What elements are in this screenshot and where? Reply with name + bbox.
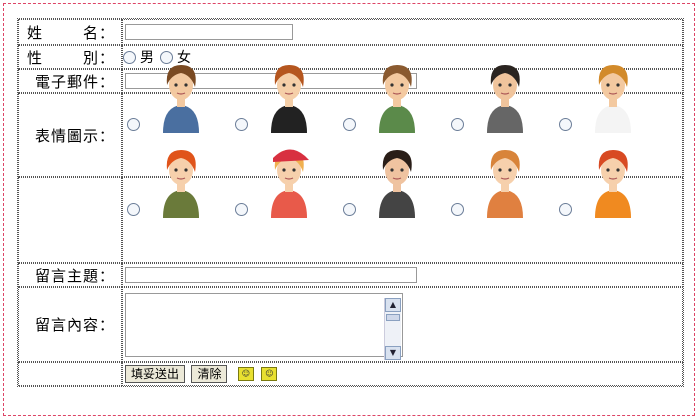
- emoticon-icon[interactable]: ☺: [261, 367, 278, 381]
- name-input[interactable]: [125, 24, 293, 40]
- avatar-radio[interactable]: [451, 203, 464, 216]
- avatar-option[interactable]: [339, 138, 447, 218]
- avatar-option[interactable]: [231, 138, 339, 218]
- scroll-up-icon[interactable]: ▲: [385, 297, 401, 312]
- gender-label: 性別：: [18, 45, 122, 69]
- content-textarea[interactable]: [125, 292, 403, 357]
- emoticon-icon[interactable]: ☺: [237, 367, 254, 381]
- avatar-radio[interactable]: [235, 118, 248, 131]
- scroll-down-icon[interactable]: ▼: [385, 345, 401, 360]
- scroll-thumb[interactable]: [386, 313, 400, 321]
- avatar-option[interactable]: [231, 53, 339, 133]
- content-label: 留言內容：: [18, 287, 122, 362]
- avatar-option[interactable]: [339, 53, 447, 133]
- avatar-radio[interactable]: [559, 203, 572, 216]
- email-label: 電子郵件：: [18, 69, 122, 93]
- avatar-radio[interactable]: [235, 203, 248, 216]
- subject-label: 留言主題：: [18, 263, 122, 287]
- avatar-option[interactable]: [447, 138, 555, 218]
- clear-button[interactable]: 清除: [191, 365, 228, 383]
- avatar-label: 表情圖示：: [18, 93, 122, 177]
- content-scrollbar[interactable]: ▲ ▼: [384, 297, 401, 360]
- avatar-option[interactable]: [123, 138, 231, 218]
- submit-button[interactable]: 填妥送出: [125, 365, 186, 383]
- avatar-radio[interactable]: [127, 118, 140, 131]
- avatar-option[interactable]: [555, 138, 663, 218]
- avatar-option[interactable]: [447, 53, 555, 133]
- avatar-radio[interactable]: [559, 118, 572, 131]
- avatar-option[interactable]: [123, 53, 231, 133]
- avatar-radio[interactable]: [451, 118, 464, 131]
- avatar-radio[interactable]: [343, 203, 356, 216]
- avatar-radio[interactable]: [343, 118, 356, 131]
- avatar-option[interactable]: [555, 53, 663, 133]
- name-label: 姓名：: [18, 19, 122, 45]
- guestbook-form: 姓名： 性別： 男女 電子郵件： 表情圖示： 留言主題： 留言內容： ▲ ▼ 填…: [17, 18, 684, 387]
- avatar-radio[interactable]: [127, 203, 140, 216]
- subject-input[interactable]: [125, 267, 417, 283]
